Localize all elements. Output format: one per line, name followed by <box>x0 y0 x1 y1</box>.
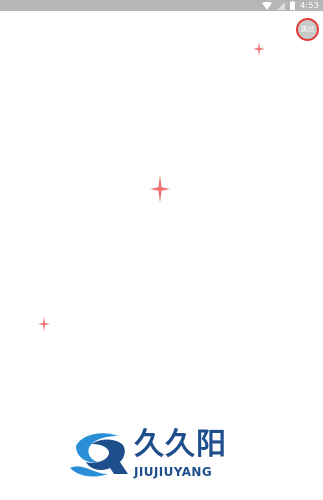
brand-logo: 久久阳 JIUJIUYANG <box>68 427 258 486</box>
splash-screen: 4:53 跳过 久久阳 JIUJIUYANG <box>0 0 323 500</box>
signal-icon <box>277 1 286 10</box>
battery-icon <box>290 1 296 10</box>
wifi-icon <box>262 1 273 10</box>
skip-button[interactable]: 跳过 <box>296 18 319 41</box>
status-bar: 4:53 <box>0 0 323 11</box>
skip-button-label: 跳过 <box>301 25 314 34</box>
logo-english-name: JIUJIUYANG <box>134 465 213 479</box>
status-icons: 4:53 <box>262 0 319 11</box>
status-time: 4:53 <box>300 1 319 10</box>
sparkle-icon <box>150 175 170 203</box>
sparkle-icon <box>38 317 50 331</box>
logo-chinese-name: 久久阳 <box>134 427 227 462</box>
sparkle-icon <box>253 42 265 56</box>
logo-mark-icon <box>68 428 130 484</box>
